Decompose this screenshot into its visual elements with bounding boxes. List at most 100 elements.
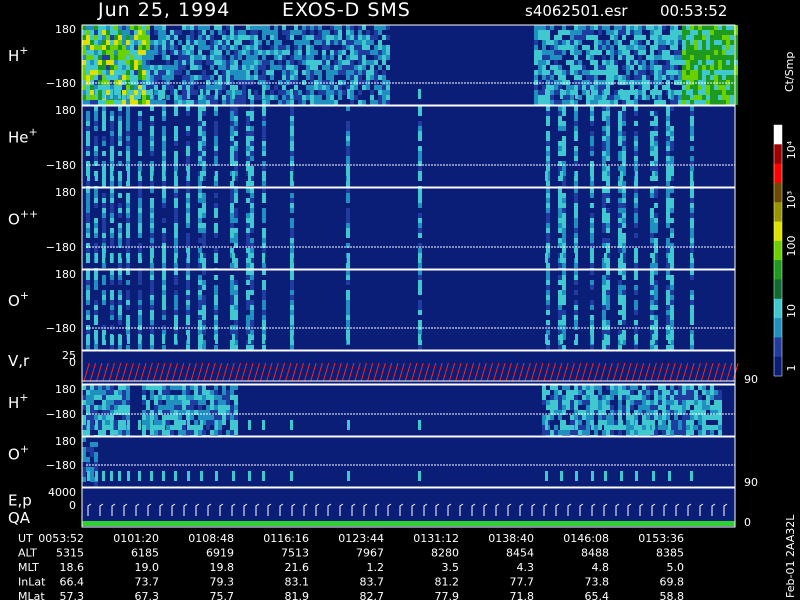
- heatmap-cell: [270, 70, 274, 75]
- heatmap-cell: [562, 50, 566, 55]
- burst-mark: [604, 471, 607, 481]
- heatmap-cell: [558, 30, 562, 35]
- heatmap-cell: [622, 295, 626, 300]
- heatmap-cell: [538, 95, 542, 100]
- heatmap-cell: [282, 90, 286, 95]
- heatmap-cell: [114, 425, 118, 430]
- heatmap-cell: [690, 300, 694, 305]
- heatmap-cell: [246, 188, 250, 193]
- heatmap-cell: [662, 75, 666, 80]
- heatmap-cell: [186, 106, 190, 111]
- heatmap-cell: [114, 90, 118, 95]
- heatmap-cell: [330, 75, 334, 80]
- heatmap-cell: [654, 60, 658, 65]
- heatmap-cell: [622, 166, 626, 171]
- heatmap-cell: [262, 116, 266, 121]
- heatmap-cell: [198, 320, 202, 325]
- heatmap-cell: [694, 40, 698, 45]
- heatmap-cell: [198, 35, 202, 40]
- heatmap-cell: [118, 75, 122, 80]
- heatmap-cell: [114, 400, 118, 405]
- heatmap-cell: [350, 65, 354, 70]
- heatmap-cell: [558, 280, 562, 285]
- heatmap-cell: [94, 320, 98, 325]
- heatmap-cell: [218, 425, 222, 430]
- orbit-value: 4.8: [592, 561, 610, 574]
- heatmap-cell: [134, 55, 138, 60]
- heatmap-cell: [90, 452, 94, 457]
- heatmap-cell: [262, 100, 266, 105]
- heatmap-cell: [322, 85, 326, 90]
- heatmap-cell: [346, 275, 350, 280]
- heatmap-cell: [618, 188, 622, 193]
- heatmap-cell: [90, 65, 94, 70]
- heatmap-cell: [670, 100, 674, 105]
- heatmap-cell: [110, 146, 114, 151]
- heatmap-cell: [98, 35, 102, 40]
- heatmap-cell: [654, 305, 658, 310]
- burst-mark: [110, 89, 113, 99]
- heatmap-cell: [150, 305, 154, 310]
- heatmap-cell: [202, 208, 206, 213]
- heatmap-cell: [246, 198, 250, 203]
- burst-mark: [652, 171, 655, 181]
- heatmap-cell: [622, 131, 626, 136]
- heatmap-cell: [94, 203, 98, 208]
- heatmap-cell: [646, 25, 650, 30]
- heatmap-cell: [230, 30, 234, 35]
- heatmap-cell: [714, 415, 718, 420]
- orbit-value: 4.3: [517, 561, 535, 574]
- heatmap-cell: [590, 75, 594, 80]
- heatmap-cell: [590, 50, 594, 55]
- heatmap-cell: [262, 345, 266, 350]
- heatmap-cell: [174, 70, 178, 75]
- heatmap-cell: [158, 25, 162, 30]
- heatmap-cell: [690, 218, 694, 223]
- heatmap-cell: [666, 218, 670, 223]
- heatmap-cell: [546, 263, 550, 268]
- heatmap-cell: [246, 238, 250, 243]
- heatmap-cell: [678, 55, 682, 60]
- heatmap-cell: [174, 30, 178, 35]
- heatmap-cell: [230, 65, 234, 70]
- heatmap-cell: [150, 430, 154, 435]
- burst-mark: [560, 334, 563, 344]
- heatmap-cell: [686, 95, 690, 100]
- heatmap-cell: [282, 75, 286, 80]
- heatmap-cell: [670, 203, 674, 208]
- heatmap-cell: [594, 45, 598, 50]
- heatmap-cell: [190, 60, 194, 65]
- heatmap-cell: [602, 40, 606, 45]
- heatmap-cell: [82, 430, 86, 435]
- heatmap-cell: [534, 35, 538, 40]
- heatmap-cell: [634, 60, 638, 65]
- heatmap-cell: [202, 310, 206, 315]
- heatmap-cell: [666, 70, 670, 75]
- heatmap-cell: [554, 40, 558, 45]
- heatmap-cell: [150, 315, 154, 320]
- heatmap-cell: [574, 121, 578, 126]
- heatmap-cell: [86, 166, 90, 171]
- heatmap-cell: [654, 166, 658, 171]
- heatmap-cell: [86, 310, 90, 315]
- heatmap-cell: [582, 400, 586, 405]
- heatmap-cell: [346, 60, 350, 65]
- heatmap-cell: [370, 100, 374, 105]
- heatmap-cell: [418, 166, 422, 171]
- heatmap-cell: [134, 90, 138, 95]
- heatmap-cell: [618, 30, 622, 35]
- heatmap-cell: [730, 90, 734, 95]
- heatmap-cell: [654, 285, 658, 290]
- heatmap-cell: [202, 385, 206, 390]
- heatmap-cell: [322, 50, 326, 55]
- burst-mark: [127, 171, 130, 181]
- heatmap-cell: [138, 35, 142, 40]
- orbit-value: 8385: [656, 547, 684, 560]
- heatmap-cell: [246, 136, 250, 141]
- heatmap-cell: [98, 70, 102, 75]
- heatmap-cell: [234, 126, 238, 131]
- heatmap-cell: [702, 90, 706, 95]
- heatmap-cell: [626, 70, 630, 75]
- heatmap-cell: [138, 280, 142, 285]
- heatmap-cell: [234, 151, 238, 156]
